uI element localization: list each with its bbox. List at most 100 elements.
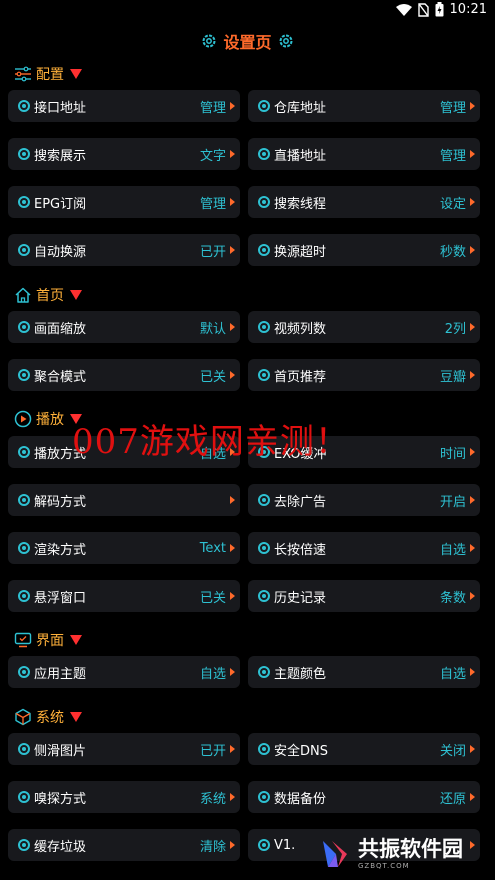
wifi-icon <box>395 3 412 16</box>
setting-aggregate[interactable]: 聚合模式 已关 <box>8 359 240 391</box>
setting-switch-timeout[interactable]: 换源超时 秒数 <box>248 234 480 266</box>
setting-epg[interactable]: EPG订阅 管理 <box>8 186 240 218</box>
chevron-right-icon <box>230 592 235 600</box>
setting-label: 搜索线程 <box>274 196 327 212</box>
chevron-right-icon <box>470 150 475 158</box>
setting-value: 已关 <box>199 590 226 606</box>
bullet-icon <box>258 839 270 851</box>
setting-scale[interactable]: 画面缩放 默认 <box>8 311 240 343</box>
setting-label: V1. <box>274 837 296 853</box>
chevron-right-icon <box>470 793 475 801</box>
bullet-icon <box>258 100 270 112</box>
bullet-icon <box>18 369 30 381</box>
chevron-right-icon <box>470 668 475 676</box>
bullet-icon <box>258 542 270 554</box>
setting-theme[interactable]: 应用主题 自选 <box>8 656 240 688</box>
chevron-right-icon <box>470 448 475 456</box>
setting-label: 搜索展示 <box>34 148 87 164</box>
setting-side-image[interactable]: 侧滑图片 已开 <box>8 733 240 765</box>
setting-label: 长按倍速 <box>274 542 327 558</box>
setting-value: 默认 <box>199 321 226 337</box>
setting-float-window[interactable]: 悬浮窗口 已关 <box>8 580 240 612</box>
setting-live[interactable]: 直播地址 管理 <box>248 138 480 170</box>
setting-label: 直播地址 <box>274 148 327 164</box>
setting-value: 已开 <box>199 743 226 759</box>
cube-icon <box>15 708 31 726</box>
chevron-right-icon <box>470 371 475 379</box>
setting-label: 渲染方式 <box>34 542 87 558</box>
setting-remove-ads[interactable]: 去除广告 开启 <box>248 484 480 516</box>
setting-value: 管理 <box>199 100 226 116</box>
chevron-right-icon <box>470 323 475 331</box>
bullet-icon <box>18 446 30 458</box>
collapse-triangle-icon[interactable] <box>70 635 82 645</box>
page-header: 设置页 <box>0 29 495 53</box>
chevron-right-icon <box>470 592 475 600</box>
setting-value: 管理 <box>439 148 466 164</box>
bullet-icon <box>18 244 30 256</box>
bullet-icon <box>258 791 270 803</box>
status-time: 10:21 <box>449 2 487 17</box>
setting-value: 管理 <box>439 100 466 116</box>
chevron-right-icon <box>230 150 235 158</box>
setting-auto-switch[interactable]: 自动换源 已开 <box>8 234 240 266</box>
setting-search-threads[interactable]: 搜索线程 设定 <box>248 186 480 218</box>
setting-history[interactable]: 历史记录 条数 <box>248 580 480 612</box>
setting-value: 已关 <box>199 369 226 385</box>
bullet-icon <box>258 196 270 208</box>
bullet-icon <box>18 666 30 678</box>
setting-api[interactable]: 接口地址 管理 <box>8 90 240 122</box>
setting-long-press[interactable]: 长按倍速 自选 <box>248 532 480 564</box>
setting-sniff[interactable]: 嗅探方式 系统 <box>8 781 240 813</box>
bullet-icon <box>18 494 30 506</box>
collapse-triangle-icon[interactable] <box>70 290 82 300</box>
sliders-icon <box>15 66 31 82</box>
setting-columns[interactable]: 视频列数 2列 <box>248 311 480 343</box>
setting-label: 自动换源 <box>34 244 87 260</box>
collapse-triangle-icon[interactable] <box>70 69 82 79</box>
chevron-right-icon <box>230 102 235 110</box>
section-title: 首页 <box>36 288 64 304</box>
setting-theme-color[interactable]: 主题颜色 自选 <box>248 656 480 688</box>
setting-recommend[interactable]: 首页推荐 豆瓣 <box>248 359 480 391</box>
collapse-triangle-icon[interactable] <box>70 712 82 722</box>
section-config: 配置 <box>14 64 82 84</box>
setting-label: 接口地址 <box>34 100 87 116</box>
bullet-icon <box>18 839 30 851</box>
chevron-right-icon <box>230 841 235 849</box>
section-ui: 界面 <box>14 630 82 650</box>
section-title: 界面 <box>36 633 64 649</box>
setting-label: 历史记录 <box>274 590 327 606</box>
setting-label: 仓库地址 <box>274 100 327 116</box>
setting-label: 主题颜色 <box>274 666 327 682</box>
setting-search-display[interactable]: 搜索展示 文字 <box>8 138 240 170</box>
bullet-icon <box>18 321 30 333</box>
bullet-icon <box>258 494 270 506</box>
bullet-icon <box>258 590 270 602</box>
bullet-icon <box>258 244 270 256</box>
status-bar: 10:21 <box>0 0 495 20</box>
gear-icon <box>202 34 216 48</box>
bullet-icon <box>18 791 30 803</box>
logo-icon <box>323 841 347 867</box>
setting-decode[interactable]: 解码方式 <box>8 484 240 516</box>
chevron-right-icon <box>470 544 475 552</box>
setting-label: 悬浮窗口 <box>34 590 87 606</box>
section-title: 系统 <box>36 710 64 726</box>
setting-label: 去除广告 <box>274 494 327 510</box>
setting-repo[interactable]: 仓库地址 管理 <box>248 90 480 122</box>
setting-value: 已开 <box>199 244 226 260</box>
setting-label: 侧滑图片 <box>34 743 87 759</box>
chevron-right-icon <box>230 198 235 206</box>
setting-value: 设定 <box>439 196 466 212</box>
setting-cache[interactable]: 缓存垃圾 清除 <box>8 829 240 861</box>
setting-backup[interactable]: 数据备份 还原 <box>248 781 480 813</box>
bullet-icon <box>258 743 270 755</box>
setting-value: 自选 <box>439 666 466 682</box>
setting-value: 自选 <box>199 666 226 682</box>
chevron-right-icon <box>230 793 235 801</box>
setting-label: 应用主题 <box>34 666 87 682</box>
setting-secure-dns[interactable]: 安全DNS 关闭 <box>248 733 480 765</box>
setting-render[interactable]: 渲染方式 Text <box>8 532 240 564</box>
chevron-right-icon <box>470 745 475 753</box>
